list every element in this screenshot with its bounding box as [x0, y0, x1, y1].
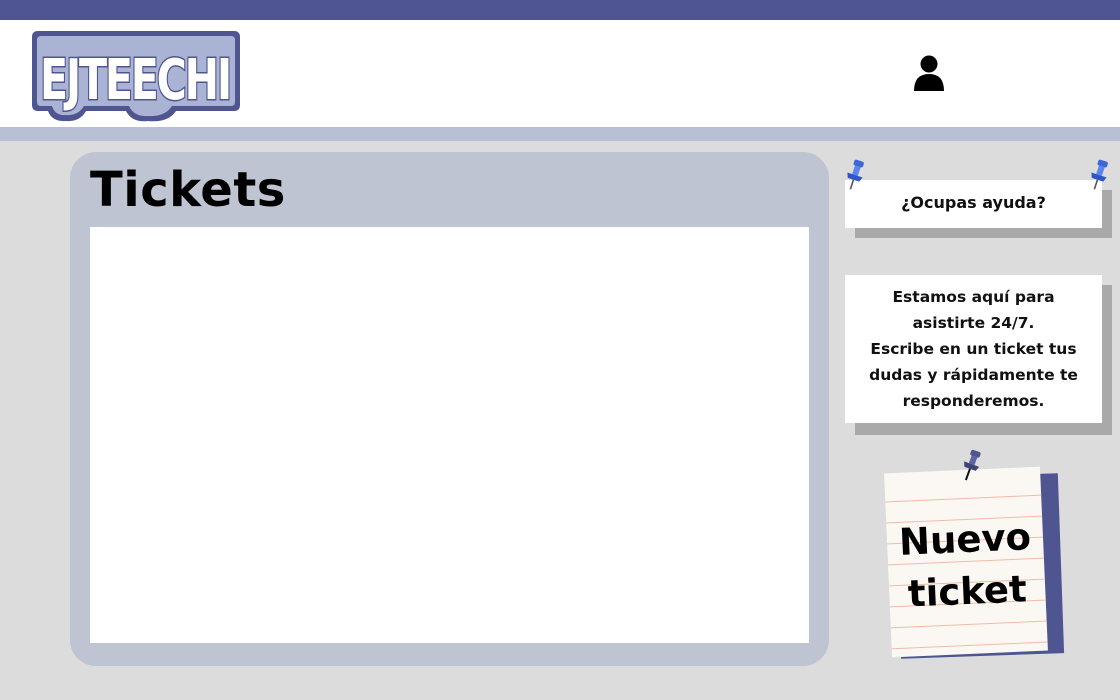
info-line: Escribe en un ticket tus [870, 340, 1077, 358]
new-ticket-label-line2: ticket [907, 567, 1028, 616]
pushpin-icon [842, 158, 868, 192]
pushpin-icon [1086, 158, 1112, 192]
info-line: responderemos. [902, 392, 1045, 410]
tickets-list-area[interactable] [90, 227, 809, 643]
user-icon[interactable] [912, 54, 946, 92]
new-ticket-button[interactable]: Nuevo ticket [884, 466, 1048, 658]
new-ticket-label-line1: Nuevo [898, 515, 1032, 564]
svg-text:EJTEECHI: EJTEECHI [40, 48, 230, 113]
new-ticket-note[interactable]: Nuevo ticket [884, 448, 1078, 668]
info-line: Estamos aquí para [892, 288, 1055, 306]
tickets-panel: Tickets [70, 152, 829, 666]
info-line: dudas y rápidamente te [869, 366, 1078, 384]
info-card: Estamos aquí para asistirte 24/7. Escrib… [845, 275, 1102, 423]
tickets-title: Tickets [90, 162, 286, 218]
pushpin-icon [960, 448, 982, 484]
help-card-title: ¿Ocupas ayuda? [901, 193, 1046, 212]
info-line: asistirte 24/7. [912, 314, 1035, 332]
top-stripe [0, 0, 1120, 20]
header-underline [0, 127, 1120, 141]
brand-logo[interactable]: EJTEECHI [28, 27, 244, 123]
help-card: ¿Ocupas ayuda? [845, 180, 1102, 228]
